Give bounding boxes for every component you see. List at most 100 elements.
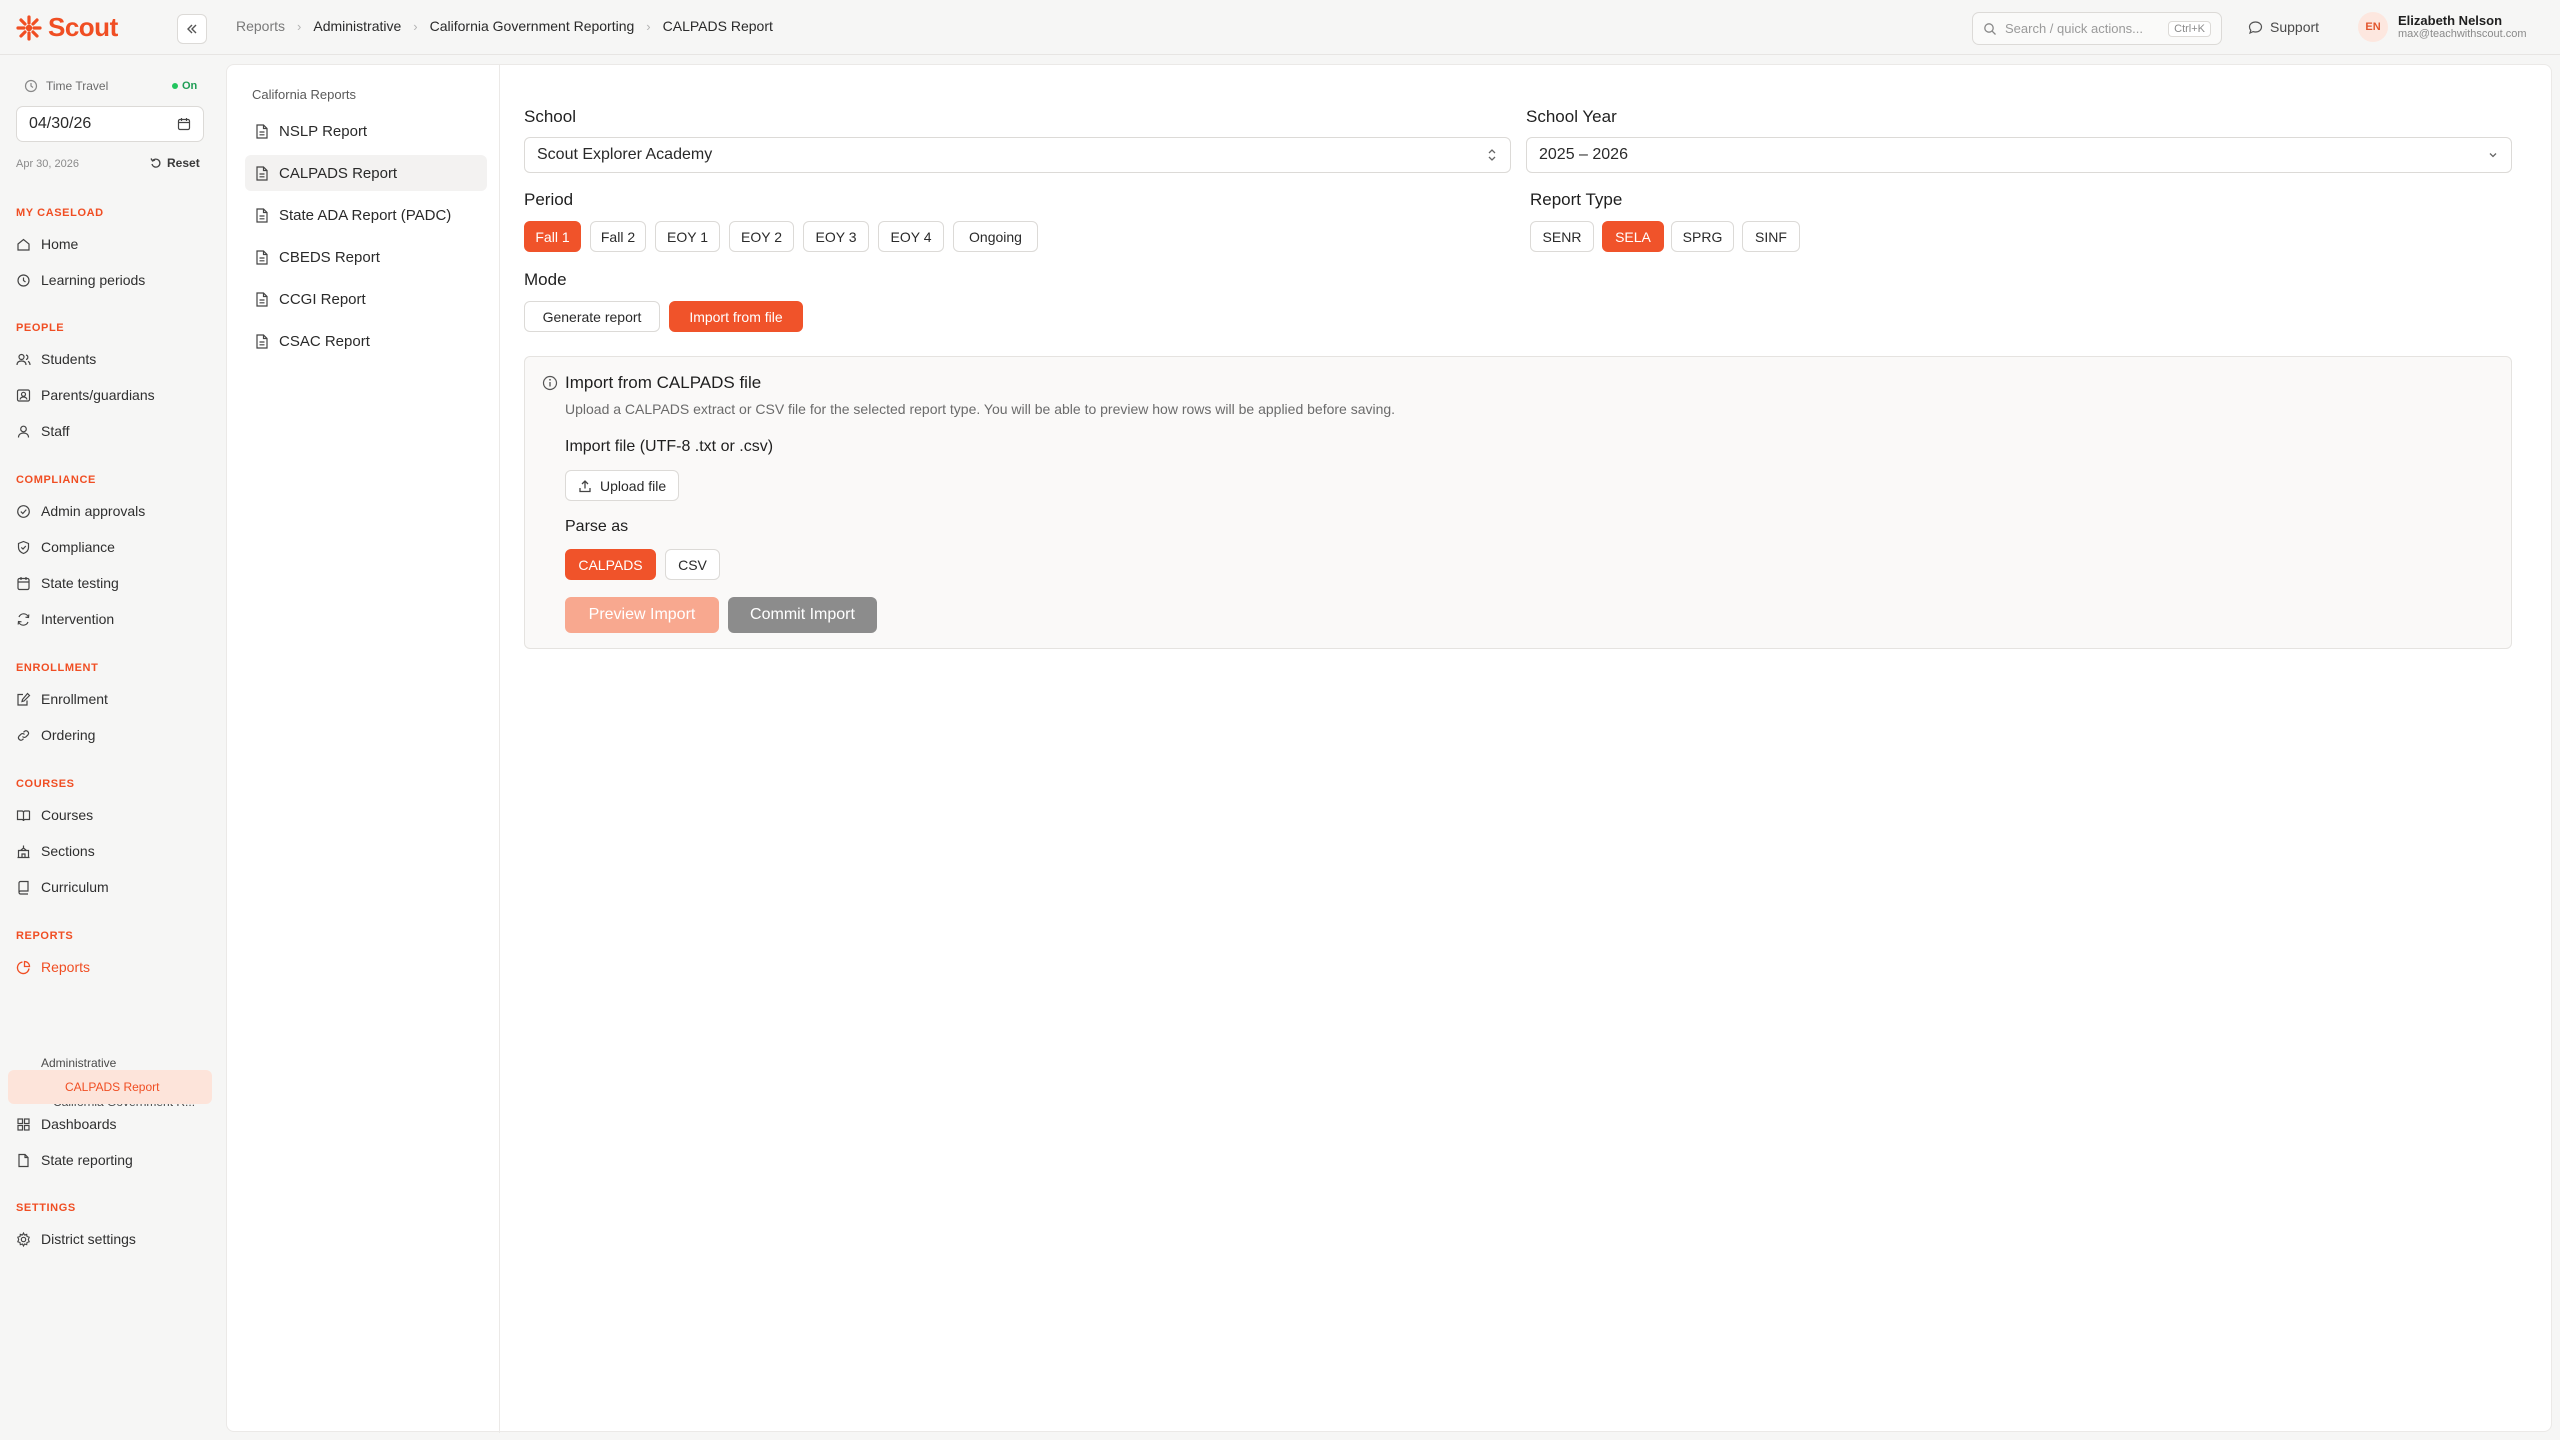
sidebar-item-compliance[interactable]: Compliance <box>16 532 115 562</box>
period-fall-1[interactable]: Fall 1 <box>524 221 581 252</box>
gear-icon <box>17 1231 30 1247</box>
clock-icon <box>24 79 38 93</box>
check-circle-icon <box>17 504 30 518</box>
file-text-icon <box>256 291 268 307</box>
upload-file-button[interactable]: Upload file <box>565 470 680 501</box>
sidebar-item-parents[interactable]: Parents/guardians <box>16 380 155 410</box>
section-enrollment: ENROLLMENT <box>16 662 99 674</box>
breadcrumb-reports[interactable]: Reports <box>236 18 285 34</box>
subnav-item-ccgi[interactable]: CCGI Report <box>245 281 487 317</box>
sidebar-subitem-calpads-report[interactable]: CALPADS Report <box>8 1070 212 1104</box>
reset-button[interactable]: Reset <box>150 156 200 170</box>
period-fall-2[interactable]: Fall 2 <box>590 221 646 252</box>
period-eoy-4[interactable]: EOY 4 <box>878 221 944 252</box>
scout-logo-icon <box>16 14 42 41</box>
school-year-value: 2025 – 2026 <box>1539 146 1628 163</box>
calendar-icon <box>17 576 30 590</box>
sidebar-item-sections[interactable]: Sections <box>16 836 95 866</box>
report-type-senr[interactable]: SENR <box>1530 221 1594 252</box>
subnav-item-cbeds[interactable]: CBEDS Report <box>245 239 487 275</box>
report-type-sinf[interactable]: SINF <box>1742 221 1800 252</box>
chevron-right-icon: › <box>646 18 651 34</box>
sidebar-item-ordering[interactable]: Ordering <box>16 720 95 750</box>
subnav-item-calpads[interactable]: CALPADS Report <box>245 155 487 191</box>
sidebar-item-label: Parents/guardians <box>41 387 155 403</box>
chevrons-left-icon <box>187 24 197 34</box>
chevron-up-down-icon <box>1488 149 1496 161</box>
app-name: Scout <box>48 12 118 42</box>
parse-csv[interactable]: CSV <box>665 549 720 580</box>
chat-bubble-icon <box>2248 20 2263 34</box>
sidebar-item-enrollment[interactable]: Enrollment <box>16 684 108 714</box>
time-travel-current-date: Apr 30, 2026 <box>16 158 79 170</box>
mode-import-from-file[interactable]: Import from file <box>669 301 803 332</box>
period-eoy-3[interactable]: EOY 3 <box>803 221 869 252</box>
report-type-sela[interactable]: SELA <box>1602 221 1664 252</box>
edit-document-icon <box>17 692 31 706</box>
upload-file-label: Upload file <box>600 477 667 494</box>
section-my-caseload: MY CASELOAD <box>16 207 104 219</box>
subnav-item-csac[interactable]: CSAC Report <box>245 323 487 359</box>
section-people: PEOPLE <box>16 322 65 334</box>
time-travel-date-input[interactable]: 04/30/26 <box>16 106 204 142</box>
scout-logo[interactable]: Scout <box>16 12 118 43</box>
upload-icon <box>579 479 591 492</box>
sidebar-item-intervention[interactable]: Intervention <box>16 604 114 634</box>
sidebar-item-state-testing[interactable]: State testing <box>16 568 119 598</box>
sidebar-item-reports[interactable]: Reports <box>16 952 90 982</box>
sidebar-item-label: Intervention <box>41 611 115 627</box>
sidebar-subitem-administrative[interactable]: Administrative <box>41 1056 116 1070</box>
book-open-icon <box>16 809 31 821</box>
mode-generate-report[interactable]: Generate report <box>524 301 660 332</box>
report-type-sprg[interactable]: SPRG <box>1671 221 1734 252</box>
period-eoy-2[interactable]: EOY 2 <box>729 221 794 252</box>
breadcrumb-california-reporting[interactable]: California Government Reporting <box>430 18 635 34</box>
mode-label: Mode <box>524 270 567 289</box>
period-eoy-1[interactable]: EOY 1 <box>655 221 720 252</box>
home-icon <box>17 238 30 251</box>
sidebar-item-staff[interactable]: Staff <box>16 416 70 446</box>
sidebar-item-label: Ordering <box>41 727 96 743</box>
sidebar-item-state-reporting[interactable]: State reporting <box>16 1145 133 1175</box>
support-link[interactable]: Support <box>2248 19 2319 35</box>
sidebar-item-learning-periods[interactable]: Learning periods <box>16 265 145 295</box>
sidebar-item-district-settings[interactable]: District settings <box>16 1224 136 1254</box>
subnav-item-label: NSLP Report <box>279 122 368 140</box>
user-menu[interactable]: EN Elizabeth Nelson max@teachwithscout.c… <box>2358 12 2527 42</box>
file-text-icon <box>256 207 268 223</box>
sidebar: Time Travel On 04/30/26 Apr 30, 2026 Res… <box>0 56 222 1440</box>
subnav-item-label: CALPADS Report <box>279 164 398 182</box>
sidebar-item-label: Enrollment <box>41 691 108 707</box>
calendar-icon[interactable] <box>177 117 191 131</box>
subnav-item-nslp[interactable]: NSLP Report <box>245 113 487 149</box>
sidebar-item-students[interactable]: Students <box>16 344 96 374</box>
period-label: Period <box>524 190 574 209</box>
preview-import-button[interactable]: Preview Import <box>565 597 719 633</box>
sidebar-item-dashboards[interactable]: Dashboards <box>16 1109 117 1139</box>
file-text-icon <box>256 249 268 265</box>
report-subnav: California Reports NSLP Report CALPADS R… <box>227 65 500 1433</box>
school-select[interactable]: Scout Explorer Academy <box>524 137 1511 173</box>
sidebar-item-home[interactable]: Home <box>16 229 78 259</box>
school-year-select[interactable]: 2025 – 2026 <box>1526 137 2512 173</box>
section-settings: SETTINGS <box>16 1202 76 1214</box>
subnav-item-state-ada[interactable]: State ADA Report (PADC) <box>245 197 487 233</box>
collapse-sidebar-button[interactable] <box>177 14 207 44</box>
file-text-icon <box>256 165 268 181</box>
sidebar-item-label: State reporting <box>41 1152 133 1168</box>
parse-calpads[interactable]: CALPADS <box>565 549 656 580</box>
school-icon <box>17 845 30 858</box>
commit-import-button[interactable]: Commit Import <box>728 597 877 633</box>
period-ongoing[interactable]: Ongoing <box>953 221 1038 252</box>
breadcrumb-administrative[interactable]: Administrative <box>313 18 401 34</box>
sidebar-item-courses[interactable]: Courses <box>16 800 93 830</box>
school-year-label: School Year <box>1526 107 1617 126</box>
section-compliance: COMPLIANCE <box>16 474 96 486</box>
search-input[interactable]: Search / quick actions... Ctrl+K <box>1972 12 2222 45</box>
sidebar-item-admin-approvals[interactable]: Admin approvals <box>16 496 145 526</box>
refresh-icon <box>17 612 30 626</box>
chevron-down-icon <box>2489 153 2497 158</box>
sidebar-item-curriculum[interactable]: Curriculum <box>16 872 109 902</box>
subnav-title: California Reports <box>252 87 357 102</box>
sidebar-item-label: District settings <box>41 1231 136 1247</box>
